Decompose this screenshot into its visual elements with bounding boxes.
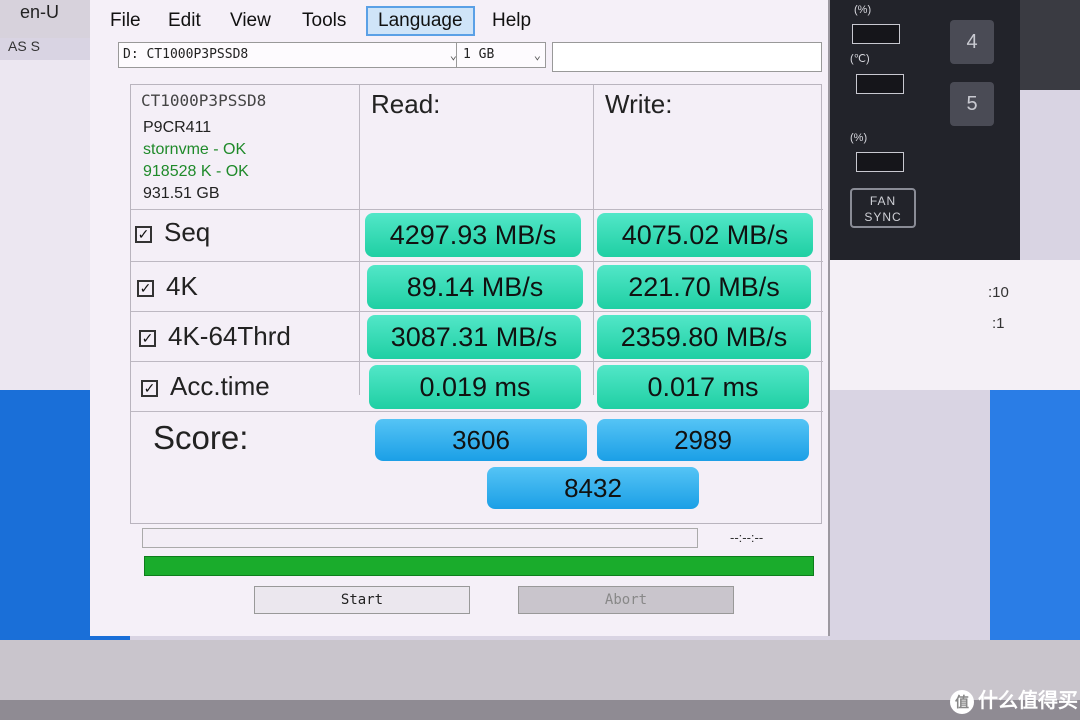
fan-profile-button[interactable]: 5 bbox=[950, 82, 994, 126]
fan-panel-label: (℃) bbox=[850, 53, 870, 65]
seq-read-value: 4297.93 MB/s bbox=[365, 213, 581, 257]
drive-capacity: 931.51 GB bbox=[143, 185, 220, 202]
menu-view[interactable]: View bbox=[230, 10, 271, 32]
empty-input-field[interactable] bbox=[552, 42, 822, 72]
chevron-down-icon: ⌄ bbox=[533, 48, 541, 62]
total-score: 8432 bbox=[487, 467, 699, 509]
background-bottom-edge bbox=[0, 700, 1080, 720]
grid-divider bbox=[131, 261, 823, 262]
watermark: 值什么值得买 bbox=[950, 684, 1078, 714]
menu-bar: File Edit View Tools Language Help bbox=[90, 6, 830, 36]
background-white-area bbox=[830, 260, 1080, 390]
row-acc-time[interactable]: ✓ Acc.time bbox=[141, 371, 270, 402]
menu-file[interactable]: File bbox=[110, 10, 141, 32]
row-4k[interactable]: ✓ 4K bbox=[137, 271, 198, 302]
read-column-header: Read: bbox=[371, 89, 441, 119]
row-4k-64thrd[interactable]: ✓ 4K-64Thrd bbox=[139, 321, 291, 352]
drive-select-value: D: CT1000P3PSSD8 bbox=[123, 47, 249, 62]
4k-read-value: 89.14 MB/s bbox=[367, 265, 583, 309]
checkbox-4k-64thrd[interactable]: ✓ bbox=[139, 329, 156, 347]
fan-panel-value-box bbox=[852, 24, 900, 44]
grid-divider bbox=[131, 209, 823, 210]
clock-text: :10 bbox=[988, 284, 1009, 301]
driver-status: stornvme - OK bbox=[143, 141, 247, 158]
test-size-select[interactable]: 1 GB ⌄ bbox=[456, 42, 546, 68]
4k-64thrd-write-value: 2359.80 MB/s bbox=[597, 315, 811, 359]
test-size-value: 1 GB bbox=[463, 47, 495, 62]
write-column-header: Write: bbox=[605, 89, 673, 119]
acc-time-read-value: 0.019 ms bbox=[369, 365, 581, 409]
grid-divider bbox=[359, 85, 360, 395]
checkbox-4k[interactable]: ✓ bbox=[137, 279, 154, 297]
grid-divider bbox=[131, 361, 823, 362]
menu-language[interactable]: Language bbox=[366, 6, 475, 36]
results-grid: CT1000P3PSSD8 P9CR411 stornvme - OK 9185… bbox=[130, 84, 823, 524]
read-score: 3606 bbox=[375, 419, 587, 461]
background-address-text: AS S bbox=[8, 38, 40, 54]
drive-model: CT1000P3PSSD8 bbox=[141, 91, 267, 110]
row-seq[interactable]: ✓ Seq bbox=[135, 217, 210, 248]
fan-sync-button[interactable]: FAN SYNC bbox=[850, 188, 916, 228]
menu-help[interactable]: Help bbox=[492, 10, 531, 32]
fan-profile-button[interactable]: 4 bbox=[950, 20, 994, 64]
menu-tools[interactable]: Tools bbox=[302, 10, 346, 32]
checkbox-acc-time[interactable]: ✓ bbox=[141, 379, 158, 397]
watermark-logo-icon: 值 bbox=[950, 689, 974, 714]
grid-divider bbox=[593, 85, 594, 395]
row-4k-label: 4K bbox=[166, 271, 198, 301]
elapsed-time: --:--:-- bbox=[730, 530, 764, 545]
row-seq-label: Seq bbox=[164, 217, 211, 247]
grid-divider bbox=[131, 411, 823, 412]
drive-select[interactable]: D: CT1000P3PSSD8 ⌄ bbox=[118, 42, 462, 68]
menu-edit[interactable]: Edit bbox=[168, 10, 201, 32]
sub-progress-bar bbox=[142, 528, 698, 548]
main-progress-bar bbox=[144, 556, 814, 576]
benchmark-window: File Edit View Tools Language Help D: CT… bbox=[90, 0, 830, 636]
watermark-text: 什么值得买 bbox=[978, 690, 1078, 712]
background-left-panel bbox=[0, 60, 100, 390]
fan-panel-value-box bbox=[856, 74, 904, 94]
alignment-status: 918528 K - OK bbox=[143, 163, 249, 180]
row-4k-64thrd-label: 4K-64Thrd bbox=[168, 321, 291, 351]
4k-write-value: 221.70 MB/s bbox=[597, 265, 811, 309]
drive-firmware: P9CR411 bbox=[143, 119, 212, 136]
clock-text: :1 bbox=[992, 315, 1005, 332]
checkbox-seq[interactable]: ✓ bbox=[135, 225, 152, 243]
background-right-edge bbox=[1018, 0, 1080, 90]
score-label: Score: bbox=[153, 419, 249, 456]
start-button[interactable]: Start bbox=[254, 586, 470, 614]
background-blue-area-right bbox=[990, 390, 1080, 640]
fan-panel-label: (%) bbox=[854, 4, 872, 16]
language-tab[interactable]: en-U bbox=[20, 2, 59, 23]
acc-time-write-value: 0.017 ms bbox=[597, 365, 809, 409]
grid-divider bbox=[131, 311, 823, 312]
seq-write-value: 4075.02 MB/s bbox=[597, 213, 813, 257]
write-score: 2989 bbox=[597, 419, 809, 461]
abort-button[interactable]: Abort bbox=[518, 586, 734, 614]
fan-panel-value-box bbox=[856, 152, 904, 172]
4k-64thrd-read-value: 3087.31 MB/s bbox=[367, 315, 581, 359]
row-acc-time-label: Acc.time bbox=[170, 371, 270, 401]
fan-panel-label: (%) bbox=[850, 132, 868, 144]
